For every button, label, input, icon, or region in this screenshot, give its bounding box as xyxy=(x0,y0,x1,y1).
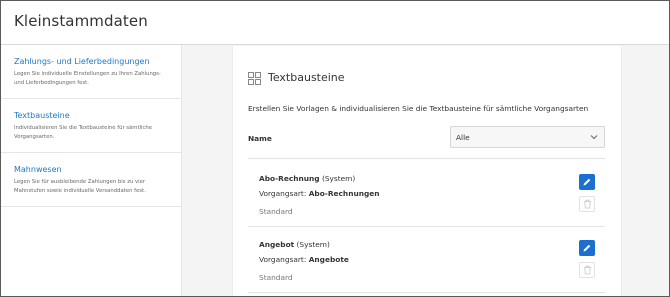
template-vorgangsart: Vorgangsart: Angebote xyxy=(259,255,349,264)
divider xyxy=(248,226,605,227)
template-status: Standard xyxy=(259,207,293,216)
list-item: Angebot (System) Vorgangsart: Angebote S… xyxy=(259,240,605,282)
grid-icon xyxy=(248,72,261,85)
sidebar-item-title: Textbausteine xyxy=(14,111,70,120)
edit-button[interactable] xyxy=(579,240,595,256)
textbausteine-card: Textbausteine Erstellen Sie Vorlagen & i… xyxy=(232,46,622,296)
page-title: Kleinstammdaten xyxy=(14,12,148,30)
app-window: Kleinstammdaten Zahlungs- und Lieferbedi… xyxy=(0,0,670,297)
pencil-icon xyxy=(583,178,591,186)
template-status: Standard xyxy=(259,273,293,282)
page-header: Kleinstammdaten xyxy=(1,1,669,45)
divider xyxy=(248,158,605,159)
sidebar-item-zahlungs-lieferbedingungen[interactable]: Zahlungs- und Lieferbedingungen Legen Si… xyxy=(1,45,181,99)
chevron-down-icon xyxy=(590,135,598,140)
sidebar-item-description: Legen Sie für ausbleibende Zahlungen bis… xyxy=(14,179,146,194)
sidebar-item-description: Individualisieren Sie die Textbausteine … xyxy=(14,125,153,140)
name-filter-select[interactable]: Alle xyxy=(450,126,605,148)
trash-icon xyxy=(584,199,591,209)
divider xyxy=(248,292,605,293)
template-name: Angebot (System) xyxy=(259,240,330,249)
edit-button[interactable] xyxy=(579,174,595,190)
select-value: Alle xyxy=(456,133,470,142)
template-vorgangsart: Vorgangsart: Abo-Rechnungen xyxy=(259,189,380,198)
sidebar-item-textbausteine[interactable]: Textbausteine Individualisieren Sie die … xyxy=(1,99,181,153)
sidebar-item-title: Mahnwesen xyxy=(14,165,62,174)
pencil-icon xyxy=(583,244,591,252)
sidebar-item-mahnwesen[interactable]: Mahnwesen Legen Sie für ausbleibende Zah… xyxy=(1,153,181,207)
sidebar-item-description: Legen Sie individuelle Einstellungen zu … xyxy=(14,71,161,86)
template-name: Abo-Rechnung (System) xyxy=(259,174,356,183)
list-item: Abo-Rechnung (System) Vorgangsart: Abo-R… xyxy=(259,174,605,216)
sidebar-item-title: Zahlungs- und Lieferbedingungen xyxy=(14,57,150,66)
name-filter-label: Name xyxy=(248,134,272,143)
trash-icon xyxy=(584,265,591,275)
card-title: Textbausteine xyxy=(268,71,345,84)
delete-button[interactable] xyxy=(579,262,595,278)
delete-button[interactable] xyxy=(579,196,595,212)
sidebar: Zahlungs- und Lieferbedingungen Legen Si… xyxy=(1,45,182,296)
card-description: Erstellen Sie Vorlagen & individualisier… xyxy=(248,104,589,113)
